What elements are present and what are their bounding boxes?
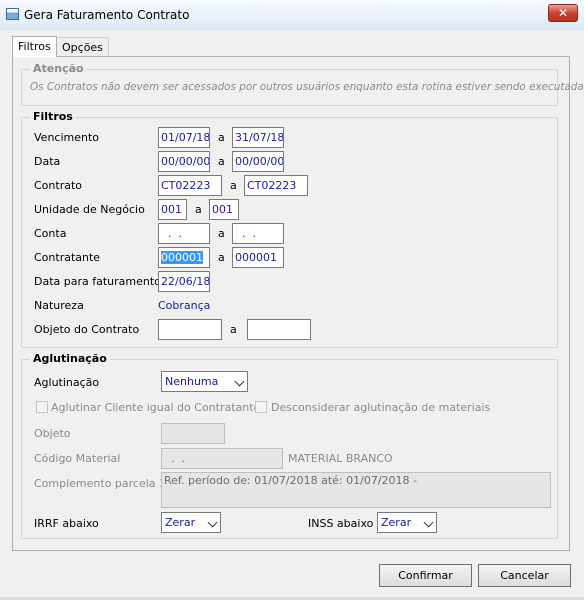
complemento-label: Complemento parcela 1: [34, 477, 167, 490]
conta-from-input[interactable]: . .: [158, 223, 210, 244]
attention-title: Atenção: [30, 62, 87, 75]
vencimento-to-input[interactable]: 31/07/18: [232, 127, 284, 148]
codigo-material-label: Código Material: [34, 452, 121, 465]
contratante-separator: a: [218, 251, 225, 264]
data-label: Data: [34, 155, 61, 168]
attention-group: Atenção Os Contratos não devem ser acess…: [21, 62, 584, 106]
codigo-material-input[interactable]: . .: [161, 448, 283, 469]
vencimento-label: Vencimento: [34, 131, 100, 144]
desconsiderar-materiais-checkbox[interactable]: [255, 401, 267, 413]
irrf-label: IRRF abaixo: [34, 517, 99, 530]
window-title: Gera Faturamento Contrato: [24, 8, 190, 22]
data-faturamento-input[interactable]: 22/06/18: [158, 271, 210, 292]
irrf-select[interactable]: Zerar: [161, 512, 221, 533]
unidade-negocio-label: Unidade de Negócio: [34, 203, 145, 216]
inss-select[interactable]: Zerar: [377, 512, 437, 533]
data-from-input[interactable]: 00/00/00: [158, 151, 210, 172]
filters-title: Filtros: [30, 110, 76, 123]
data-separator: a: [218, 155, 225, 168]
inss-label: INSS abaixo: [308, 517, 374, 530]
unidade-separator: a: [195, 203, 202, 216]
vencimento-separator: a: [218, 131, 225, 144]
natureza-value: Cobrança: [158, 299, 211, 312]
aglutinacao-title: Aglutinação: [30, 352, 110, 365]
cancel-button[interactable]: Cancelar: [478, 564, 571, 587]
objeto-contrato-from-input[interactable]: [158, 319, 222, 340]
aglutinar-cliente-checkbox[interactable]: [36, 401, 48, 413]
chevron-down-icon: [234, 376, 245, 387]
objeto-contrato-to-input[interactable]: [247, 319, 311, 340]
contratante-from-input[interactable]: 000001: [158, 247, 210, 268]
unidade-to-input[interactable]: 001: [209, 199, 239, 220]
conta-separator: a: [218, 227, 225, 240]
attention-message: Os Contratos não devem ser acessados por…: [30, 81, 584, 93]
aglutinacao-select[interactable]: Nenhuma: [161, 371, 248, 392]
irrf-select-value: Zerar: [165, 516, 196, 529]
tab-panel-filtros: Atenção Os Contratos não devem ser acess…: [12, 56, 584, 551]
tab-filtros[interactable]: Filtros: [12, 36, 57, 57]
aglutinacao-group: Aglutinação Aglutinação Nenhuma Aglutina…: [21, 352, 558, 539]
close-button[interactable]: ✕: [548, 4, 578, 22]
aglutinacao-select-value: Nenhuma: [165, 375, 219, 388]
data-faturamento-label: Data para faturamento: [34, 275, 161, 288]
natureza-label: Natureza: [34, 299, 84, 312]
contrato-separator: a: [230, 179, 237, 192]
contratante-to-input[interactable]: 000001: [232, 247, 284, 268]
vencimento-from-input[interactable]: 01/07/18: [158, 127, 210, 148]
app-window-icon: [6, 8, 19, 20]
aglutinar-cliente-label: Aglutinar Cliente igual do Contratante: [51, 401, 261, 414]
data-to-input[interactable]: 00/00/00: [232, 151, 284, 172]
unidade-from-input[interactable]: 001: [158, 199, 187, 220]
conta-to-input[interactable]: . .: [232, 223, 284, 244]
contrato-to-input[interactable]: CT02223: [244, 175, 308, 196]
inss-select-value: Zerar: [381, 516, 412, 529]
objeto-contrato-separator: a: [230, 323, 237, 336]
contrato-label: Contrato: [34, 179, 83, 192]
confirm-button[interactable]: Confirmar: [379, 564, 472, 587]
aglutinacao-label: Aglutinação: [34, 376, 100, 389]
complemento-textarea[interactable]: Ref. período de: 01/07/2018 até: 01/07/2…: [161, 472, 551, 508]
contratante-from-value: 000001: [161, 251, 203, 264]
conta-label: Conta: [34, 227, 67, 240]
title-bar: Gera Faturamento Contrato ✕: [0, 0, 584, 31]
objeto-contrato-label: Objeto do Contrato: [34, 323, 140, 336]
contratante-label: Contratante: [34, 251, 101, 264]
chevron-down-icon: [423, 517, 434, 528]
codigo-material-desc: MATERIAL BRANCO: [288, 452, 393, 465]
objeto-input[interactable]: [161, 423, 225, 444]
chevron-down-icon: [207, 517, 218, 528]
filters-group: Filtros Vencimento 01/07/18 a 31/07/18 D…: [21, 110, 558, 348]
objeto-label: Objeto: [34, 427, 71, 440]
tab-opcoes[interactable]: Opções: [56, 37, 109, 56]
contrato-from-input[interactable]: CT02223: [158, 175, 222, 196]
desconsiderar-materiais-label: Desconsiderar aglutinação de materiais: [271, 401, 491, 414]
